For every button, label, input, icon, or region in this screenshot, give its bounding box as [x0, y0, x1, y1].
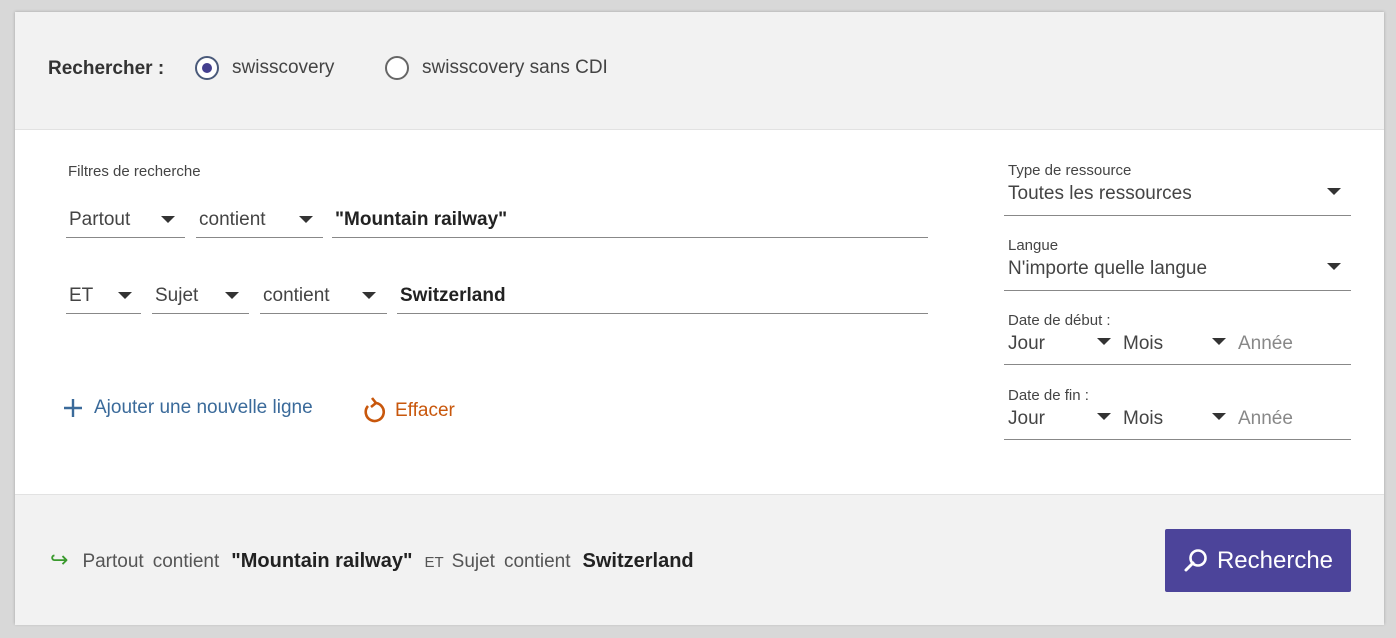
radio-checked-icon[interactable] [195, 56, 219, 80]
chevron-down-icon [118, 292, 132, 299]
row1-value-text: "Mountain railway" [335, 209, 508, 230]
summary-field: Sujet [451, 551, 495, 572]
language-select[interactable]: N'importe quelle langue [1004, 253, 1351, 291]
end-month-select[interactable]: Mois [1123, 408, 1163, 430]
row1-value-input[interactable]: "Mountain railway" [332, 204, 928, 238]
scope-option-swisscovery[interactable]: swisscovery [195, 56, 334, 80]
chevron-down-icon [1097, 338, 1111, 345]
row2-field-value: Sujet [155, 285, 199, 306]
start-day-select[interactable]: Jour [1008, 333, 1045, 355]
scope-option-swisscovery-sans-cdi[interactable]: swisscovery sans CDI [385, 56, 608, 80]
filters-title: Filtres de recherche [68, 163, 201, 180]
row1-condition-value: contient [199, 209, 266, 230]
search-summary-bar: ↪ Partout contient "Mountain railway" ET… [15, 494, 1384, 625]
chevron-down-icon [161, 216, 175, 223]
start-date-group: Jour Mois Année [1004, 328, 1351, 365]
chevron-down-icon [1327, 188, 1341, 195]
chevron-down-icon [225, 292, 239, 299]
end-day-select[interactable]: Jour [1008, 408, 1045, 430]
language-label: Langue [1008, 237, 1059, 254]
search-scope-label: Rechercher : [48, 58, 165, 79]
search-button-label: Recherche [1216, 546, 1334, 574]
row1-field-select[interactable]: Partout [66, 204, 185, 238]
language-value: N'importe quelle langue [1008, 258, 1208, 279]
clear-button[interactable]: Effacer [361, 397, 455, 425]
summary-value: "Mountain railway" [231, 550, 413, 572]
add-line-label: Ajouter une nouvelle ligne [94, 397, 313, 418]
arrow-right-icon: ↪ [50, 547, 69, 572]
clear-label: Effacer [395, 400, 455, 421]
scope-option-label: swisscovery sans CDI [422, 57, 608, 78]
row2-operator-select[interactable]: ET [66, 280, 141, 314]
row2-value-text: Switzerland [400, 285, 506, 306]
resource-type-value: Toutes les ressources [1008, 183, 1192, 204]
row2-operator-value: ET [69, 285, 94, 306]
row2-field-select[interactable]: Sujet [152, 280, 249, 314]
row2-value-input[interactable]: Switzerland [397, 280, 928, 314]
start-month-select[interactable]: Mois [1123, 333, 1163, 355]
plus-icon [64, 399, 82, 417]
chevron-down-icon [362, 292, 376, 299]
add-line-button[interactable]: Ajouter une nouvelle ligne [62, 397, 313, 419]
summary-condition: contient [152, 551, 220, 572]
search-button[interactable]: Recherche [1165, 529, 1351, 592]
scope-option-label: swisscovery [232, 57, 335, 78]
start-date-label: Date de début : [1008, 312, 1111, 329]
chevron-down-icon [1212, 413, 1226, 420]
chevron-down-icon [1097, 413, 1111, 420]
chevron-down-icon [1327, 263, 1341, 270]
summary-field: Partout [82, 551, 144, 572]
end-date-label: Date de fin : [1008, 387, 1089, 404]
end-date-group: Jour Mois Année [1004, 403, 1351, 440]
start-year-input[interactable]: Année [1238, 333, 1293, 355]
resource-type-select[interactable]: Toutes les ressources [1004, 178, 1351, 216]
row1-field-value: Partout [69, 209, 131, 230]
summary-operator: ET [424, 554, 444, 571]
chevron-down-icon [299, 216, 313, 223]
search-scope-bar: Rechercher : swisscovery swisscovery san… [15, 12, 1384, 130]
summary-value: Switzerland [582, 550, 694, 572]
end-year-input[interactable]: Année [1238, 408, 1293, 430]
resource-type-label: Type de ressource [1008, 162, 1132, 179]
row2-condition-value: contient [263, 285, 330, 306]
row1-condition-select[interactable]: contient [196, 204, 323, 238]
chevron-down-icon [1212, 338, 1226, 345]
radio-unchecked-icon[interactable] [385, 56, 409, 80]
summary-condition: contient [503, 551, 571, 572]
search-icon [1184, 548, 1207, 571]
row2-condition-select[interactable]: contient [260, 280, 387, 314]
reset-icon [364, 397, 386, 423]
advanced-search-panel: Rechercher : swisscovery swisscovery san… [15, 12, 1384, 625]
query-summary: ↪ Partout contient "Mountain railway" ET… [50, 547, 706, 573]
